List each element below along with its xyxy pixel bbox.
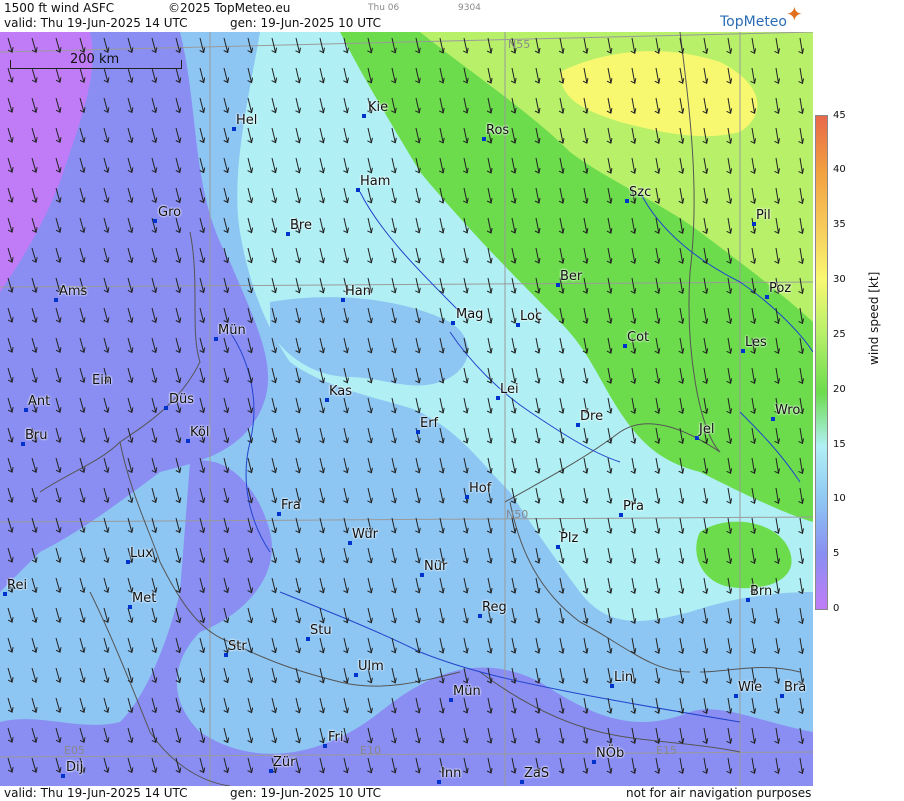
city-marker [61,774,65,778]
scale-bar-label: 200 km [70,52,120,67]
generated-time: gen: 19-Jun-2025 10 UTC [230,16,382,30]
legend-tick: 20 [833,384,846,395]
city-label: Fra [281,498,301,513]
city-label: Erf [420,416,439,431]
city-label: Lin [614,670,634,685]
city-label: Wro [775,403,801,418]
city-label: Str [228,639,247,654]
topmeteo-logo: TopMeteo [720,14,787,30]
lon-label-05: E05 [64,744,85,757]
city-label: Rei [7,578,28,593]
legend-color-bar [815,115,828,610]
city-label: Pra [623,499,644,514]
lon-label-15: E15 [656,744,677,757]
city-label: Plz [560,531,579,546]
legend-tick: 5 [833,548,840,559]
map-footer: valid: Thu 19-Jun-2025 14 UTC gen: 19-Ju… [0,786,813,801]
lat-label-50: N50 [506,508,529,521]
copyright-text: ©2025 TopMeteo.eu [168,1,291,15]
legend-tick: 10 [833,493,846,504]
city-label: Pil [756,208,771,223]
city-label: Lei [500,382,519,397]
city-label: Mün [453,684,481,699]
city-label: Reg [482,600,507,615]
legend-tick: 35 [833,219,846,230]
city-label: Gro [158,205,182,220]
city-label: Ham [360,174,391,189]
city-label: Kie [368,100,389,115]
city-marker [323,744,327,748]
wind-field-svg [0,32,813,786]
map-header: 1500 ft wind ASFC ©2025 TopMeteo.eu Thu … [0,0,813,32]
city-label: Brn [750,584,773,599]
lat-label-55: N55 [508,38,531,51]
legend-tick: 45 [833,110,846,121]
city-label: Hel [236,113,258,128]
city-label: Jel [699,422,715,437]
city-label: Bra [784,680,807,695]
run-code: 9304 [458,3,481,13]
city-label: Ein [92,373,113,388]
city-marker [451,321,455,325]
valid-time: valid: Thu 19-Jun-2025 14 UTC [4,16,188,30]
city-label: Mag [456,307,484,322]
city-label: Ulm [358,659,384,674]
footer-valid-time: valid: Thu 19-Jun-2025 14 UTC [4,786,188,800]
legend-tick: 15 [833,439,846,450]
run-day: Thu 06 [368,3,400,13]
compass-icon: ✦ [786,2,803,26]
city-label: Szc [629,185,652,200]
city-marker [153,219,157,223]
city-label: Stu [310,623,332,638]
city-label: Les [745,335,767,350]
city-label: NÖb [596,746,625,761]
city-label: Fri [328,730,344,745]
city-label: Ber [560,269,583,284]
city-label: Ams [59,284,88,299]
city-label: Kas [329,384,353,399]
wind-map: 200 km N55 N50 E05 E10 E15 Kie Hel Ros H… [0,32,813,786]
city-label: Cot [627,330,650,345]
lon-label-10: E10 [360,744,381,757]
city-label: ZaS [524,766,550,781]
city-marker [164,406,168,410]
footer-generated-time: gen: 19-Jun-2025 10 UTC [230,786,382,800]
city-label: Hof [469,481,492,496]
city-label: Bre [290,218,312,233]
city-label: Wür [352,527,378,542]
city-label: Dre [580,409,604,424]
city-marker [54,298,58,302]
city-label: Wie [738,680,763,695]
city-label: Lux [130,546,153,561]
city-label: Nür [424,559,448,574]
city-label: Köl [190,425,210,440]
city-label: Met [132,591,157,606]
city-label: Poz [769,281,792,296]
product-title: 1500 ft wind ASFC [4,1,115,15]
city-label: Dij [66,760,84,775]
city-label: Ros [486,123,510,138]
city-label: Loc [520,309,543,324]
city-label: Bru [25,428,48,443]
city-label: Zür [273,755,296,770]
legend-tick: 40 [833,164,846,175]
city-label: Han [345,284,371,299]
legend-tick: 30 [833,274,846,285]
legend-tick: 25 [833,329,846,340]
disclaimer-text: not for air navigation purposes [626,786,812,800]
city-marker [362,114,366,118]
city-label: Mün [218,323,246,338]
city-label: Ant [28,394,51,409]
city-label: Düs [169,392,195,407]
legend-title: wind speed [kt] [867,271,881,365]
legend-tick: 0 [833,603,840,614]
wind-speed-legend: wind speed [kt] [813,0,904,801]
city-label: Inn [441,766,462,781]
